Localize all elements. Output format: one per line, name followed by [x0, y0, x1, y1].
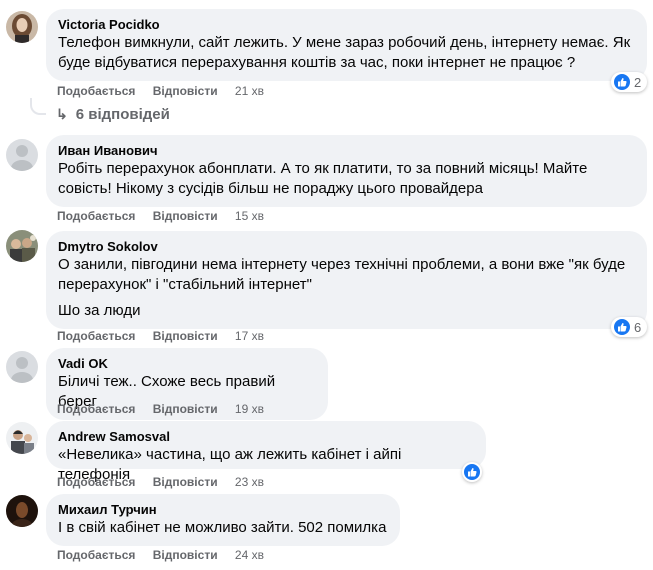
comment-bubble: Victoria Pocidko Телефон вимкнули, сайт …	[46, 9, 647, 81]
comment-actions: Подобається Відповісти 15 хв	[57, 208, 264, 224]
reaction-count: 2	[634, 74, 642, 90]
comment-author[interactable]: Dmytro Sokolov	[58, 239, 635, 255]
comment-timestamp[interactable]: 15 хв	[235, 209, 264, 223]
comment-bubble: Иван Иванович Робіть перерахунок абонпла…	[46, 135, 647, 207]
thread-connector	[30, 98, 46, 115]
comment-author[interactable]: Vadi OK	[58, 356, 316, 372]
avatar[interactable]	[6, 495, 38, 527]
comment-text: Робіть перерахунок абонплати. А то як пл…	[58, 160, 592, 197]
like-button[interactable]: Подобається	[57, 329, 135, 343]
avatar[interactable]	[6, 351, 38, 383]
view-replies-link[interactable]: ↳ 6 відповідей	[56, 106, 170, 123]
comment-timestamp[interactable]: 23 хв	[235, 475, 264, 489]
reply-button[interactable]: Відповісти	[153, 209, 218, 223]
comment-actions: Подобається Відповісти 17 хв	[57, 328, 264, 344]
comment-bubble: Михаил Турчин І в свій кабінет не можлив…	[46, 494, 400, 546]
reply-button[interactable]: Відповісти	[153, 475, 218, 489]
comment-actions: Подобається Відповісти 23 хв	[57, 474, 264, 490]
like-button[interactable]: Подобається	[57, 84, 135, 98]
comment-author[interactable]: Михаил Турчин	[58, 502, 388, 518]
comment-author[interactable]: Иван Иванович	[58, 143, 635, 159]
comment-actions: Подобається Відповісти 24 хв	[57, 547, 264, 563]
comment-timestamp[interactable]: 19 хв	[235, 402, 264, 416]
reply-button[interactable]: Відповісти	[153, 329, 218, 343]
reply-button[interactable]: Відповісти	[153, 402, 218, 416]
avatar[interactable]	[6, 11, 38, 43]
comment-text: О занили, півгодини нема інтернету через…	[58, 256, 630, 319]
comment-author[interactable]: Victoria Pocidko	[58, 17, 635, 33]
like-icon	[464, 464, 480, 480]
reaction-badge[interactable]: 6	[611, 317, 648, 337]
like-button[interactable]: Подобається	[57, 475, 135, 489]
like-button[interactable]: Подобається	[57, 209, 135, 223]
comment-text: І в свій кабінет не можливо зайти. 502 п…	[58, 519, 387, 536]
avatar[interactable]	[6, 139, 38, 171]
comment-actions: Подобається Відповісти 19 хв	[57, 401, 264, 417]
comment-bubble: Dmytro Sokolov О занили, півгодини нема …	[46, 231, 647, 329]
reply-button[interactable]: Відповісти	[153, 84, 218, 98]
reaction-count: 6	[634, 319, 642, 335]
comment-timestamp[interactable]: 17 хв	[235, 329, 264, 343]
reaction-badge[interactable]: 2	[611, 72, 648, 92]
reply-arrow-icon: ↳	[56, 106, 68, 122]
avatar[interactable]	[6, 230, 38, 262]
comment-text: Телефон вимкнули, сайт лежить. У мене за…	[58, 34, 635, 71]
comment-author[interactable]: Andrew Samosval	[58, 429, 474, 445]
like-button[interactable]: Подобається	[57, 548, 135, 562]
like-icon	[614, 74, 630, 90]
replies-count-label[interactable]: 6 відповідей	[76, 106, 170, 123]
like-icon	[614, 319, 630, 335]
comment-bubble: Andrew Samosval «Невелика» частина, що а…	[46, 421, 486, 483]
like-button[interactable]: Подобається	[57, 402, 135, 416]
reaction-badge[interactable]	[462, 462, 482, 482]
reply-button[interactable]: Відповісти	[153, 548, 218, 562]
comment-timestamp[interactable]: 21 хв	[235, 84, 264, 98]
avatar[interactable]	[6, 422, 38, 454]
comment-timestamp[interactable]: 24 хв	[235, 548, 264, 562]
comment-actions: Подобається Відповісти 21 хв	[57, 83, 264, 99]
